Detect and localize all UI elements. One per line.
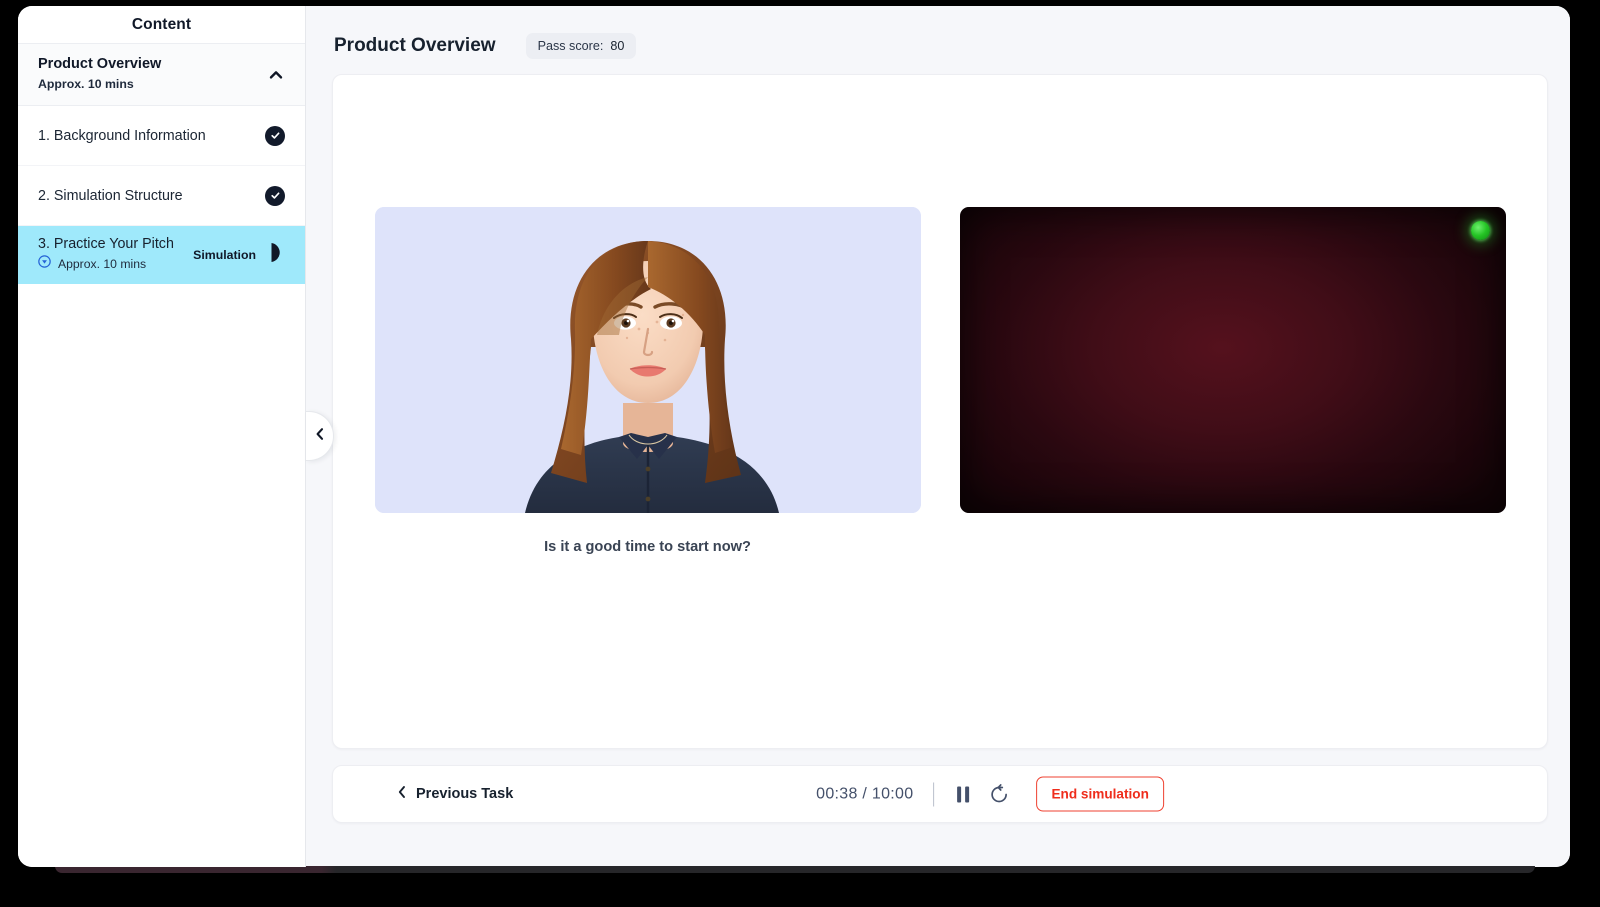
simulation-stage: Is it a good time to start now? — [332, 74, 1548, 749]
window-bottom-strip — [55, 866, 1535, 873]
pass-score-value: 80 — [610, 39, 625, 53]
sidebar-title: Content — [18, 6, 305, 44]
lesson-label: 3. Practice Your Pitch — [38, 236, 174, 252]
avatar-caption: Is it a good time to start now? — [544, 539, 751, 555]
recording-indicator-icon — [1470, 221, 1490, 240]
divider — [933, 782, 935, 806]
page-title: Product Overview — [334, 35, 496, 56]
check-circle-icon — [265, 185, 285, 206]
previous-task-button[interactable]: Previous Task — [397, 785, 513, 803]
avatar-illustration — [374, 207, 921, 513]
ai-avatar-video[interactable] — [374, 207, 921, 513]
page-header: Product Overview Pass score: 80 — [332, 24, 1548, 68]
section-product-overview[interactable]: Product Overview Approx. 10 mins — [18, 44, 305, 106]
simulation-timer: 00:38 / 10:00 — [816, 785, 914, 802]
half-circle-play-icon[interactable] — [270, 242, 285, 268]
playback-controls: 00:38 / 10:00 End simulation — [816, 776, 1164, 812]
lesson-label: 1. Background Information — [38, 127, 206, 144]
main-content: Product Overview Pass score: 80 Is it a … — [306, 6, 1570, 867]
check-circle-icon — [265, 125, 285, 146]
lesson-label: 2. Simulation Structure — [38, 187, 183, 204]
lesson-duration: Approx. 10 mins — [58, 257, 147, 271]
simulation-circle-icon — [38, 255, 51, 273]
sidebar-item-practice-your-pitch[interactable]: 3. Practice Your Pitch Approx. 10 mins S… — [18, 226, 305, 284]
simulation-badge: Simulation — [193, 247, 256, 262]
restart-icon[interactable] — [988, 783, 1010, 805]
end-simulation-button[interactable]: End simulation — [1036, 776, 1164, 812]
previous-task-label: Previous Task — [416, 786, 514, 802]
section-duration: Approx. 10 mins — [38, 77, 134, 91]
section-title: Product Overview — [38, 56, 162, 72]
sidebar-item-simulation-structure[interactable]: 2. Simulation Structure — [18, 166, 305, 226]
chevron-left-icon — [314, 427, 326, 446]
pass-score-label: Pass score: — [537, 39, 604, 53]
pass-score-badge: Pass score: 80 — [525, 33, 637, 59]
pause-icon[interactable] — [954, 784, 972, 804]
chevron-left-icon — [397, 785, 407, 803]
chevron-up-icon[interactable] — [267, 66, 285, 84]
sidebar-item-background-information[interactable]: 1. Background Information — [18, 106, 305, 166]
content-sidebar: Content Product Overview Approx. 10 mins… — [18, 6, 334, 867]
simulation-control-bar: Previous Task 00:38 / 10:00 End simulati… — [332, 765, 1548, 823]
webcam-column — [959, 207, 1506, 555]
avatar-column: Is it a good time to start now? — [374, 207, 921, 555]
user-webcam-feed[interactable] — [959, 207, 1506, 513]
app-window: Content Product Overview Approx. 10 mins… — [18, 6, 1570, 867]
